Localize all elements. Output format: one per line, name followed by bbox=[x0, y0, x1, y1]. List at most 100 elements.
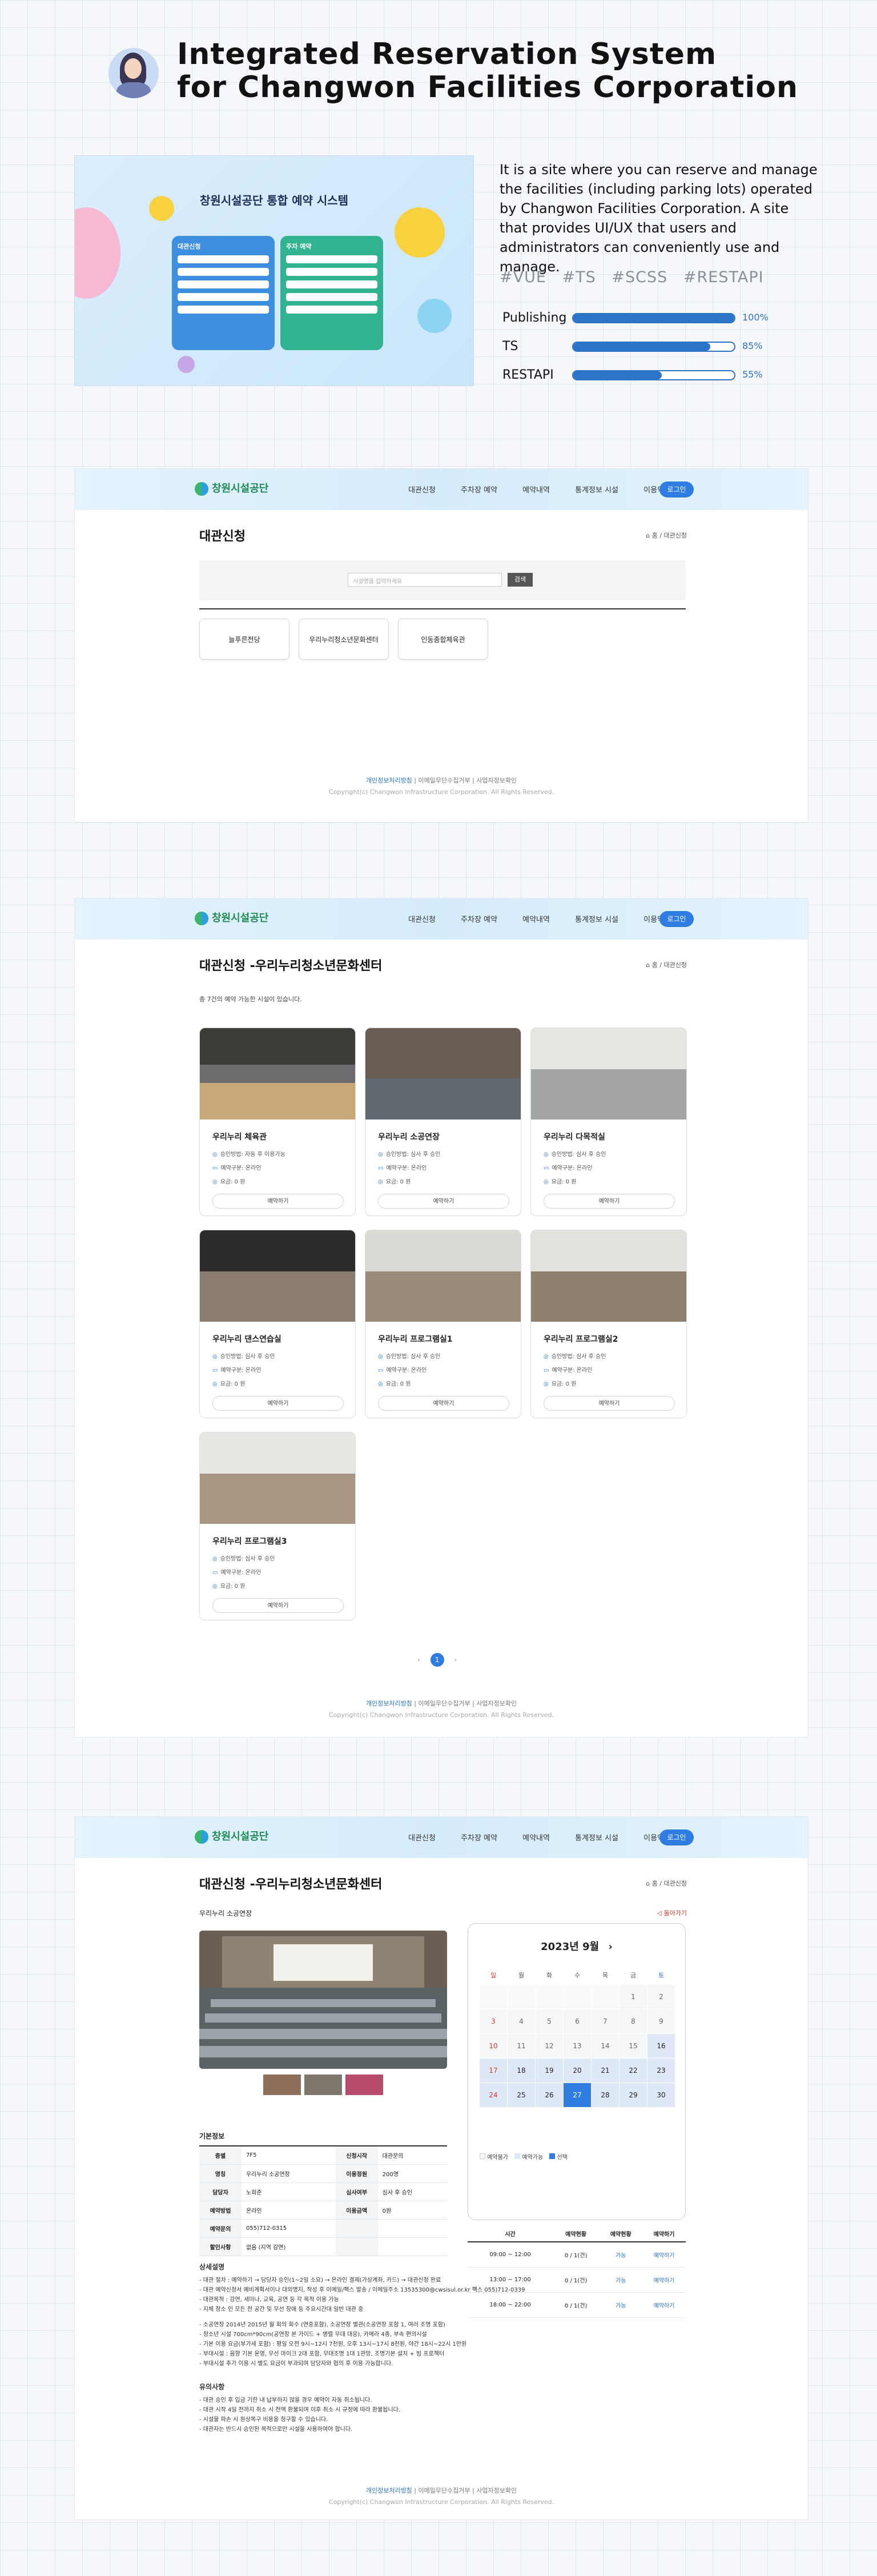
room-fee: ◎ 요금: 0 원 bbox=[544, 1179, 577, 1185]
calendar-day[interactable]: 27 bbox=[564, 2083, 591, 2107]
footer-privacy-link[interactable]: 개인정보처리방침 bbox=[366, 777, 412, 784]
calendar-day[interactable]: 24 bbox=[480, 2083, 507, 2107]
check-icon: ◎ bbox=[378, 1151, 383, 1158]
menu-stats[interactable]: 통계정보 시설 bbox=[575, 916, 618, 924]
info-value: 온라인 bbox=[242, 2201, 336, 2220]
room-type: ▭ 예약구분: 온라인 bbox=[378, 1367, 427, 1374]
menu-history[interactable]: 예약내역 bbox=[522, 1834, 550, 1843]
menu-history[interactable]: 예약내역 bbox=[522, 916, 550, 924]
calendar-day[interactable]: 25 bbox=[508, 2083, 535, 2107]
login-button[interactable]: 로그인 bbox=[659, 1829, 694, 1845]
back-button[interactable]: ◁ 돌아가기 bbox=[657, 1908, 687, 1917]
skill-publishing: Publishing 100% bbox=[502, 308, 822, 329]
copyright: Copyright(c) Changwon Infrastructure Cor… bbox=[328, 2498, 554, 2506]
calendar-day[interactable]: 23 bbox=[647, 2059, 675, 2083]
search-input[interactable]: 시설명을 입력하세요 bbox=[348, 573, 502, 587]
room-thumb-2[interactable] bbox=[304, 2075, 342, 2095]
calendar-day[interactable]: 16 bbox=[647, 2034, 675, 2058]
detail-description: 상세설명 - 대관 절차 : 예약하기 → 담당자 승인(1~2일 소요) → … bbox=[199, 2262, 686, 2369]
menu-history[interactable]: 예약내역 bbox=[522, 486, 550, 495]
note-line: - 기본 이용 요금(부가세 포함) : 평일 오전 9시~12시 7천원, 오… bbox=[199, 2341, 467, 2348]
coin-icon: ◎ bbox=[212, 1583, 218, 1590]
facility-button[interactable]: 인동종합체육관 bbox=[398, 619, 488, 660]
copyright: Copyright(c) Changwon Infrastructure Cor… bbox=[328, 1711, 554, 1719]
calendar-day[interactable]: 28 bbox=[592, 2083, 619, 2107]
footer-email-link[interactable]: 이메일무단수집거부 bbox=[419, 777, 470, 784]
calendar-icon: ▭ bbox=[212, 1570, 218, 1576]
menu-parking[interactable]: 주차장 예약 bbox=[461, 486, 497, 495]
skill-label: TS bbox=[502, 339, 518, 354]
footer-business-link[interactable]: 사업자정보확인 bbox=[476, 2487, 517, 2494]
calendar-day: 14 bbox=[592, 2034, 619, 2058]
menu-stats[interactable]: 통계정보 시설 bbox=[575, 1834, 618, 1843]
calendar-day[interactable]: 17 bbox=[480, 2059, 507, 2083]
room-fee: ◎ 요금: 0 원 bbox=[212, 1381, 246, 1387]
skill-bar bbox=[572, 313, 735, 323]
menu-stats[interactable]: 통계정보 시설 bbox=[575, 486, 618, 495]
menu-rental[interactable]: 대관신청 bbox=[408, 916, 436, 924]
check-icon: ◎ bbox=[378, 1354, 383, 1360]
calendar-day[interactable]: 29 bbox=[619, 2083, 647, 2107]
screen-room-detail: 창원시설공단 대관신청 주차장 예약 예약내역 통계정보 시설 이용약관 로그인… bbox=[74, 1816, 808, 2520]
calendar-day[interactable]: 20 bbox=[564, 2059, 591, 2083]
room-type: ▭ 예약구분: 온라인 bbox=[544, 1165, 593, 1171]
reserve-button[interactable]: 예약하기 bbox=[212, 1598, 344, 1613]
reserve-button[interactable]: 예약하기 bbox=[544, 1194, 675, 1209]
calendar-day: 9 bbox=[647, 2009, 675, 2033]
footer-business-link[interactable]: 사업자정보확인 bbox=[476, 777, 517, 784]
calendar-day[interactable]: 19 bbox=[536, 2059, 563, 2083]
site-logo[interactable]: 창원시설공단 bbox=[195, 910, 268, 925]
check-icon: ◎ bbox=[544, 1354, 549, 1360]
thumb-left-panel-label: 대관신청 bbox=[178, 243, 201, 250]
search-button[interactable]: 검색 bbox=[508, 573, 533, 587]
menu-rental[interactable]: 대관신청 bbox=[408, 1834, 436, 1843]
info-key: 예약방법 bbox=[199, 2201, 242, 2220]
room-name: 우리누리 체육관 bbox=[212, 1133, 267, 1142]
prev-page-button[interactable]: ‹ bbox=[417, 1656, 420, 1664]
reserve-button[interactable]: 예약하기 bbox=[544, 1396, 675, 1411]
next-page-button[interactable]: › bbox=[454, 1656, 457, 1664]
calendar-day[interactable]: 30 bbox=[647, 2083, 675, 2107]
login-button[interactable]: 로그인 bbox=[659, 911, 694, 927]
note-line bbox=[199, 2314, 686, 2320]
calendar-day: 11 bbox=[508, 2034, 535, 2058]
calendar-day[interactable]: 18 bbox=[508, 2059, 535, 2083]
page-1-button[interactable]: 1 bbox=[430, 1653, 444, 1667]
slot-col-action: 예약하기 bbox=[642, 2226, 686, 2242]
slot-col-status: 예약현황 bbox=[553, 2226, 600, 2242]
facility-button[interactable]: 늘푸른전당 bbox=[199, 619, 289, 660]
facility-button[interactable]: 우리누리청소년문화센터 bbox=[299, 619, 389, 660]
note-line: - 부대시설 추가 이용 시 별도 요금이 부과되며 담당자와 협의 후 이용 … bbox=[199, 2361, 393, 2367]
skill-percent: 100% bbox=[742, 312, 769, 323]
reserve-button[interactable]: 예약하기 bbox=[212, 1396, 344, 1411]
room-thumb-3[interactable] bbox=[345, 2075, 383, 2095]
footer-privacy-link[interactable]: 개인정보처리방침 bbox=[366, 2487, 412, 2494]
footer-business-link[interactable]: 사업자정보확인 bbox=[476, 1700, 517, 1707]
menu-parking[interactable]: 주차장 예약 bbox=[461, 1834, 497, 1843]
footer-email-link[interactable]: 이메일무단수집거부 bbox=[419, 2487, 470, 2494]
room-thumb-1[interactable] bbox=[263, 2075, 301, 2095]
note-line: - 소공연장 2014년 2015년 월 회의 회수 (연중포함), 소공연장 … bbox=[199, 2322, 445, 2328]
tech-tags: #VUE #TS #SCSS #RESTAPI bbox=[500, 268, 774, 286]
footer-privacy-link[interactable]: 개인정보처리방침 bbox=[366, 1700, 412, 1707]
thumb-title: 창원시설공단 통합 예약 시스템 bbox=[199, 194, 349, 207]
calendar-day[interactable]: 26 bbox=[536, 2083, 563, 2107]
reserve-button[interactable]: 예약하기 bbox=[378, 1396, 509, 1411]
login-button[interactable]: 로그인 bbox=[659, 482, 694, 497]
footer: 개인정보처리방침 | 이메일무단수집거부 | 사업자정보확인 Copyright… bbox=[75, 1698, 808, 1721]
calendar-day: 12 bbox=[536, 2034, 563, 2058]
site-logo[interactable]: 창원시설공단 bbox=[195, 1828, 268, 1844]
next-month-button[interactable]: › bbox=[608, 1941, 612, 1953]
info-key bbox=[335, 2237, 378, 2256]
site-logo[interactable]: 창원시설공단 bbox=[195, 480, 268, 496]
menu-parking[interactable]: 주차장 예약 bbox=[461, 916, 497, 924]
calendar-day[interactable]: 22 bbox=[619, 2059, 647, 2083]
skill-percent: 85% bbox=[742, 340, 763, 351]
calendar-day: 4 bbox=[508, 2009, 535, 2033]
calendar-day[interactable]: 21 bbox=[592, 2059, 619, 2083]
footer-email-link[interactable]: 이메일무단수집거부 bbox=[419, 1700, 470, 1707]
reserve-button[interactable]: 예약하기 bbox=[378, 1194, 509, 1209]
weekday-label: 화 bbox=[536, 1967, 563, 1984]
reserve-button[interactable]: 예약하기 bbox=[212, 1194, 344, 1209]
menu-rental[interactable]: 대관신청 bbox=[408, 486, 436, 495]
